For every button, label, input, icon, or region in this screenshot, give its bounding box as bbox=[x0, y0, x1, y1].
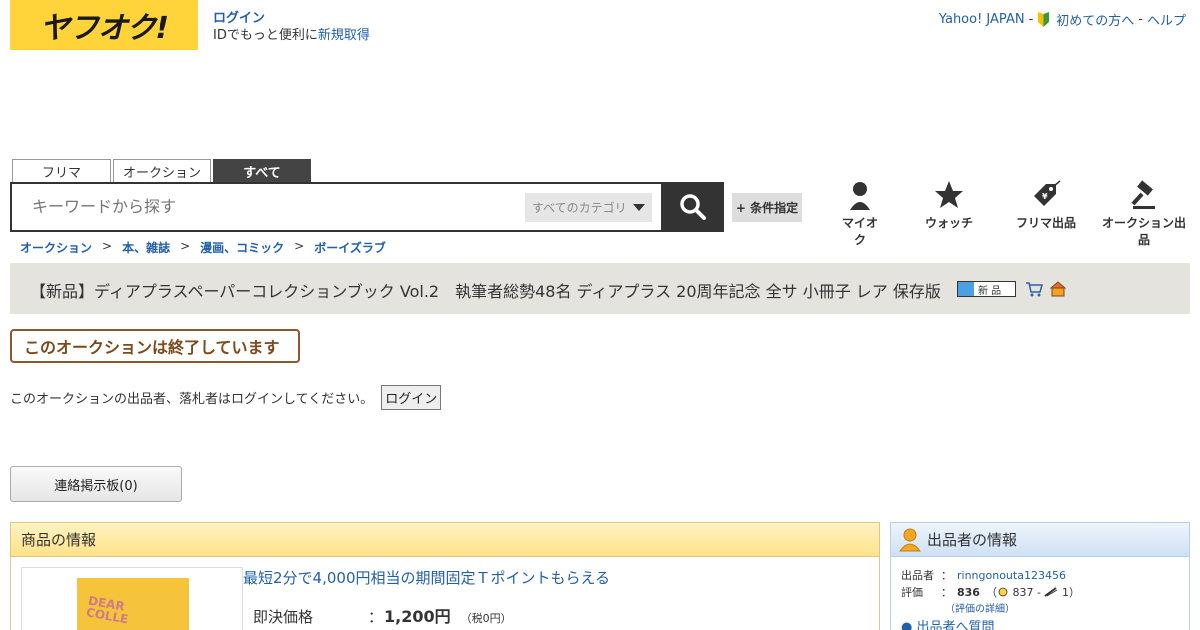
item-title-bar: 【新品】ディアプラスペーパーコレクションブック Vol.2 執筆者総勢48名 デ… bbox=[10, 263, 1190, 314]
search-tabs: フリマ オークション すべて bbox=[12, 159, 311, 183]
separator: - bbox=[1138, 12, 1143, 27]
seller-avatar-icon bbox=[899, 528, 921, 552]
auction-ended-notice: このオークションは終了しています bbox=[10, 329, 300, 363]
login-note-text: このオークションの出品者、落札者はログインしてください。 bbox=[10, 392, 374, 407]
category-select[interactable]: すべてのカテゴリ bbox=[525, 193, 652, 222]
seller-info-heading: 出品者の情報 bbox=[927, 531, 1018, 549]
nav-flea-sell[interactable]: ¥ フリマ出品 bbox=[1016, 180, 1076, 231]
rating-score[interactable]: 836 bbox=[957, 584, 980, 601]
rating-detail-link[interactable]: （評価の詳細） bbox=[945, 604, 1015, 615]
price-value: 1,200円 bbox=[384, 607, 451, 626]
beginner-link[interactable]: 初めての方へ bbox=[1056, 10, 1134, 29]
nav-watch-label: ウォッチ bbox=[924, 216, 973, 230]
seller-colon: ： bbox=[941, 569, 952, 582]
separator: - bbox=[1028, 12, 1034, 27]
new-badge-icon bbox=[958, 282, 974, 296]
user-icon bbox=[850, 182, 870, 210]
breadcrumb-item[interactable]: ボーイズラブ bbox=[314, 239, 386, 256]
price-tag-icon: ¥ bbox=[1034, 180, 1061, 206]
login-area: ログイン IDでもっと便利に新規取得 bbox=[213, 10, 370, 44]
nav-flea-sell-label: フリマ出品 bbox=[1016, 216, 1077, 230]
tpoint-promo-link[interactable]: 最短2分で4,000円相当の期間固定Ｔポイントもらえる bbox=[243, 567, 610, 588]
breadcrumb-item[interactable]: 漫画、コミック bbox=[200, 239, 284, 256]
conditions-button[interactable]: + 条件指定 bbox=[732, 193, 802, 222]
new-badge: 新 品 bbox=[957, 281, 1016, 297]
tab-flea[interactable]: フリマ bbox=[12, 159, 111, 183]
price-colon: ： bbox=[368, 608, 384, 626]
breadcrumb-separator: > bbox=[102, 239, 113, 253]
breadcrumb-item[interactable]: オークション bbox=[20, 239, 92, 256]
top-links: Yahoo! JAPAN - 初めての方へ - ヘルプ bbox=[939, 10, 1186, 29]
rating-colon: ： bbox=[941, 586, 952, 599]
price-label: 即決価格 bbox=[253, 608, 314, 626]
rating-label: 評価 bbox=[901, 586, 923, 599]
seller-info-header: 出品者の情報 bbox=[891, 523, 1189, 557]
login-button[interactable]: ログイン bbox=[381, 385, 442, 410]
nav-auction-sell[interactable]: オークション出品 bbox=[1099, 180, 1189, 248]
breadcrumb-separator: > bbox=[180, 239, 191, 253]
svg-text:¥: ¥ bbox=[1042, 192, 1048, 201]
search-button[interactable] bbox=[662, 182, 724, 232]
thumbnail-text: DEAR COLLE bbox=[85, 593, 130, 627]
tab-auction[interactable]: オークション bbox=[113, 159, 211, 183]
ask-seller-link[interactable]: ● 出品者へ質問 bbox=[901, 619, 1179, 630]
breadcrumb: オークション > 本、雑誌 > 漫画、コミック > ボーイズラブ bbox=[20, 239, 386, 256]
seller-id-link[interactable]: rinngonouta123456 bbox=[957, 567, 1066, 584]
yahoo-japan-link[interactable]: Yahoo! JAPAN bbox=[939, 12, 1025, 27]
star-icon bbox=[935, 181, 963, 208]
login-link[interactable]: ログイン bbox=[213, 11, 265, 26]
yafuoku-logo[interactable]: ヤフオク! bbox=[10, 0, 198, 50]
logo-text: ヤフオク! bbox=[39, 11, 169, 46]
item-info-panel: 商品の情報 DEAR COLLE 最短2分で4,000円相当の期間固定Ｔポイント… bbox=[10, 522, 880, 630]
item-thumbnail-box[interactable]: DEAR COLLE bbox=[21, 567, 243, 630]
new-badge-label: 新 品 bbox=[978, 285, 1002, 297]
nav-myauc-label: マイオク bbox=[841, 216, 878, 247]
store-icon bbox=[1049, 281, 1067, 297]
beginner-icon bbox=[1038, 12, 1050, 27]
good-count: 837 bbox=[1012, 586, 1034, 599]
item-thumbnail: DEAR COLLE bbox=[77, 578, 189, 630]
seller-row: 出品者 ： rinngonouta123456 bbox=[901, 567, 1179, 584]
good-rating-icon bbox=[998, 587, 1008, 597]
tab-all[interactable]: すべて bbox=[213, 159, 311, 183]
seller-info-panel: 出品者の情報 出品者 ： rinngonouta123456 評価 ： 836 … bbox=[890, 522, 1190, 630]
search-icon bbox=[680, 194, 706, 220]
seller-info-body: 出品者 ： rinngonouta123456 評価 ： 836 （ 837 -… bbox=[891, 557, 1189, 630]
search-box: すべてのカテゴリ bbox=[10, 182, 663, 232]
nav-watch[interactable]: ウォッチ bbox=[924, 180, 974, 231]
register-link[interactable]: 新規取得 bbox=[318, 28, 370, 43]
item-title: 【新品】ディアプラスペーパーコレクションブック Vol.2 執筆者総勢48名 デ… bbox=[30, 282, 941, 301]
nav-myauc[interactable]: マイオク bbox=[838, 180, 882, 248]
category-select-label: すべてのカテゴリ bbox=[532, 201, 627, 215]
help-link[interactable]: ヘルプ bbox=[1147, 10, 1186, 29]
breadcrumb-item[interactable]: 本、雑誌 bbox=[122, 239, 170, 256]
message-board-button[interactable]: 連絡掲示板(0) bbox=[10, 466, 182, 502]
nav-auction-sell-label: オークション出品 bbox=[1101, 216, 1186, 247]
search-input[interactable] bbox=[32, 197, 512, 216]
item-info-heading: 商品の情報 bbox=[11, 523, 879, 557]
price-tax: （税0円） bbox=[460, 612, 512, 625]
bad-count: 1 bbox=[1061, 586, 1069, 599]
login-sub-text: IDでもっと便利に bbox=[213, 28, 318, 43]
login-note: このオークションの出品者、落札者はログインしてください。 ログイン bbox=[10, 385, 442, 410]
breadcrumb-separator: > bbox=[294, 239, 305, 253]
chevron-down-icon bbox=[632, 204, 645, 211]
rating-breakdown: （ 837 - 1） bbox=[985, 586, 1080, 599]
bad-rating-icon bbox=[1044, 587, 1058, 597]
gavel-icon bbox=[1131, 180, 1155, 209]
rating-row: 評価 ： 836 （ 837 - 1） bbox=[901, 584, 1179, 601]
ask-seller-label: 出品者へ質問 bbox=[916, 620, 995, 630]
seller-label: 出品者 bbox=[901, 569, 934, 582]
cart-icon bbox=[1026, 282, 1043, 297]
buyout-price-row: 即決価格 ： 1,200円 （税0円） bbox=[253, 603, 512, 627]
